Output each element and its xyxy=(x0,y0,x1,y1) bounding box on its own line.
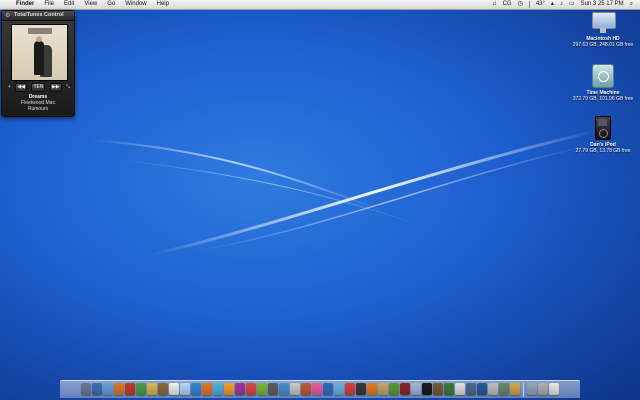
dock-app-icon[interactable] xyxy=(114,383,124,395)
dock-app-icon[interactable] xyxy=(301,383,311,395)
dock-app-icon[interactable] xyxy=(191,383,201,395)
temperature-status[interactable]: 43° xyxy=(533,0,548,9)
menu-finder[interactable]: Finder xyxy=(14,0,39,9)
dock-app-icon[interactable] xyxy=(290,383,300,395)
menu-view[interactable]: View xyxy=(79,0,102,9)
battery-status[interactable]: CG xyxy=(500,0,515,9)
playback-controls: + ◀◀ TEN ▶▶ ⤡ xyxy=(8,82,70,92)
menu-help[interactable]: Help xyxy=(152,0,174,9)
dock-app-icon[interactable] xyxy=(257,383,267,395)
dock-app-icon[interactable] xyxy=(180,383,190,395)
album-figure-head xyxy=(36,36,42,42)
dock-app-icon[interactable] xyxy=(466,383,476,395)
dock xyxy=(60,380,580,398)
menu-bar: Finder File Edit View Go Window Help ♫ C… xyxy=(0,0,640,10)
dock-app-icon[interactable] xyxy=(345,383,355,395)
dock-app-icon[interactable] xyxy=(202,383,212,395)
dock-app-icon[interactable] xyxy=(549,383,559,395)
dock-app-icon[interactable] xyxy=(367,383,377,395)
play-pause-button[interactable]: TEN xyxy=(31,82,46,92)
widget-title: TotalTunes Control xyxy=(14,12,64,18)
dock-app-icon[interactable] xyxy=(477,383,487,395)
album-artwork xyxy=(11,24,68,81)
menu-bar-status: ♫ CG ◷ 43° ▴ ♪ ▭ Sun 3 25 17 PM ⌕ xyxy=(489,0,640,9)
desktop-icon-ipod[interactable]: Dan's iPod 27.79 GB, 13.78 GB free xyxy=(568,116,638,154)
album-figure xyxy=(34,41,44,75)
dock-app-icon[interactable] xyxy=(268,383,278,395)
dock-app-icon[interactable] xyxy=(378,383,388,395)
dock-app-icon[interactable] xyxy=(235,383,245,395)
dock-app-icon[interactable] xyxy=(224,383,234,395)
wifi-icon[interactable]: ▴ xyxy=(548,0,557,9)
dock-app-icon[interactable] xyxy=(147,383,157,395)
dock-app-icon[interactable] xyxy=(125,383,135,395)
menu-window[interactable]: Window xyxy=(120,0,151,9)
menu-go[interactable]: Go xyxy=(102,0,120,9)
dock-app-icon[interactable] xyxy=(158,383,168,395)
dock-app-icon[interactable] xyxy=(323,383,333,395)
dock-app-icon[interactable] xyxy=(538,383,548,395)
ipod-icon xyxy=(595,116,611,140)
dock-app-icon[interactable] xyxy=(510,383,520,395)
menu-bar-left: Finder File Edit View Go Window Help xyxy=(0,0,174,9)
menu-edit[interactable]: Edit xyxy=(59,0,79,9)
widget-title-bar[interactable]: ⚙ TotalTunes Control xyxy=(2,11,74,21)
add-button[interactable]: + xyxy=(8,84,11,90)
dock-app-icon[interactable] xyxy=(312,383,322,395)
dock-divider xyxy=(523,383,524,397)
desktop-icon-info: 27.79 GB, 13.78 GB free xyxy=(575,148,631,154)
dock-app-icon[interactable] xyxy=(246,383,256,395)
track-info: Dreams Fleetwood Mac Rumours xyxy=(2,94,74,112)
album-logo xyxy=(28,28,52,34)
dock-app-icon[interactable] xyxy=(213,383,223,395)
menu-clock[interactable]: Sun 3 25 17 PM xyxy=(578,0,627,9)
dock-app-icon[interactable] xyxy=(279,383,289,395)
itunes-menu-icon[interactable]: ♫ xyxy=(489,0,500,9)
dock-app-icon[interactable] xyxy=(169,383,179,395)
dock-app-icon[interactable] xyxy=(389,383,399,395)
next-button[interactable]: ▶▶ xyxy=(49,82,62,92)
dock-app-icon[interactable] xyxy=(92,383,102,395)
track-album: Rumours xyxy=(27,106,49,112)
dock-app-icon[interactable] xyxy=(400,383,410,395)
expand-button[interactable]: ⤡ xyxy=(66,84,70,90)
dock-app-icon[interactable] xyxy=(411,383,421,395)
time-machine-icon xyxy=(592,64,614,88)
totaltunes-widget[interactable]: ⚙ TotalTunes Control + ◀◀ TEN ▶▶ ⤡ Dream… xyxy=(1,10,75,117)
desktop-icon-info: 297.63 GB, 248.01 GB free xyxy=(572,42,634,48)
spotlight-icon[interactable]: ⌕ xyxy=(627,0,636,9)
dock-app-icon[interactable] xyxy=(433,383,443,395)
dock-app-icon[interactable] xyxy=(81,383,91,395)
dock-app-icon[interactable] xyxy=(499,383,509,395)
desktop-icon-time-machine[interactable]: Time Machine 372.79 GB, 101.96 GB free xyxy=(568,64,638,102)
dock-app-icon[interactable] xyxy=(455,383,465,395)
battery-icon[interactable]: ▭ xyxy=(566,0,578,9)
dock-app-icon[interactable] xyxy=(488,383,498,395)
timer-icon[interactable]: ◷ xyxy=(515,0,526,9)
wallpaper-streaks xyxy=(89,128,601,257)
dock-app-icon[interactable] xyxy=(334,383,344,395)
dock-app-icon[interactable] xyxy=(422,383,432,395)
dock-app-icon[interactable] xyxy=(444,383,454,395)
menu-file[interactable]: File xyxy=(39,0,59,9)
previous-button[interactable]: ◀◀ xyxy=(15,82,28,92)
hard-drive-icon xyxy=(592,12,616,34)
dock-app-icon[interactable] xyxy=(103,383,113,395)
desktop-icon-info: 372.79 GB, 101.96 GB free xyxy=(572,96,634,102)
desktop-icon-macintosh-hd[interactable]: Macintosh HD 297.63 GB, 248.01 GB free xyxy=(568,12,638,48)
dock-app-icon[interactable] xyxy=(527,383,537,395)
gear-icon[interactable]: ⚙ xyxy=(5,12,10,21)
dock-app-icon[interactable] xyxy=(356,383,366,395)
dock-app-icon[interactable] xyxy=(136,383,146,395)
menu-separator xyxy=(528,1,530,8)
volume-icon[interactable]: ♪ xyxy=(557,0,566,9)
